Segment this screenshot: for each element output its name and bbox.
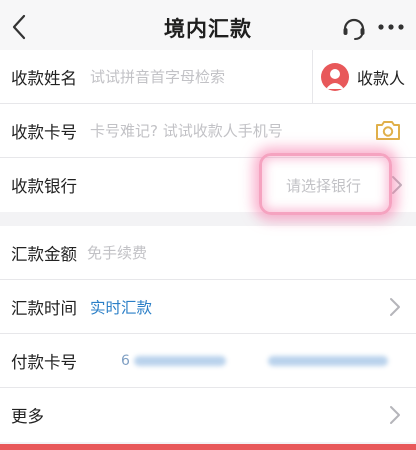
card-number-row[interactable]: 收款卡号 卡号难记? 试试收款人手机号 (0, 104, 416, 158)
more-label: 更多 (11, 407, 44, 426)
pay-card-blur-right (268, 356, 388, 366)
chevron-right-icon (390, 406, 400, 424)
chevron-right-icon (392, 176, 402, 194)
pay-card-prefix: 6 (121, 352, 130, 369)
pay-card-row[interactable]: 付款卡号 6 (0, 334, 416, 388)
bank-select[interactable]: 请选择银行 (286, 175, 361, 196)
chevron-right-icon (390, 297, 400, 316)
card-number-input[interactable]: 卡号难记? 试试收款人手机号 (90, 120, 283, 141)
amount-input[interactable]: 免手续费 (87, 242, 147, 263)
pay-card-blur (134, 356, 226, 366)
payee-button-label: 收款人 (357, 69, 406, 88)
more-dots-icon[interactable] (377, 22, 405, 32)
headset-icon[interactable] (340, 14, 368, 42)
payee-info-group: 收款姓名 试试拼音首字母检索 收款人 收款卡号 卡号难记? 试试收款人手机号 收… (0, 50, 416, 212)
transfer-time-row[interactable]: 汇款时间 实时汇款 (0, 280, 416, 334)
bank-label: 收款银行 (11, 177, 77, 196)
bank-row[interactable]: 收款银行 请选择银行 (0, 158, 416, 212)
bottom-action-bar[interactable] (0, 444, 416, 450)
transfer-time-value: 实时汇款 (90, 298, 153, 317)
navigation-bar: 境内汇款 (0, 0, 416, 55)
camera-icon[interactable] (375, 119, 401, 141)
card-number-label: 收款卡号 (11, 122, 77, 142)
select-payee-button[interactable]: 收款人 (312, 50, 416, 104)
transfer-time-label: 汇款时间 (11, 298, 77, 318)
transfer-details-group: 汇款金额 免手续费 汇款时间 实时汇款 付款卡号 6 更多 (0, 226, 416, 442)
person-avatar-icon (321, 63, 349, 91)
amount-row[interactable]: 汇款金额 免手续费 (0, 226, 416, 280)
payee-name-label: 收款姓名 (11, 68, 77, 88)
more-row[interactable]: 更多 (0, 388, 416, 442)
payee-name-input[interactable]: 试试拼音首字母检索 (90, 66, 225, 87)
payee-name-row[interactable]: 收款姓名 试试拼音首字母检索 收款人 (0, 50, 416, 104)
pay-card-label: 付款卡号 (11, 352, 77, 372)
amount-label: 汇款金额 (11, 244, 77, 264)
